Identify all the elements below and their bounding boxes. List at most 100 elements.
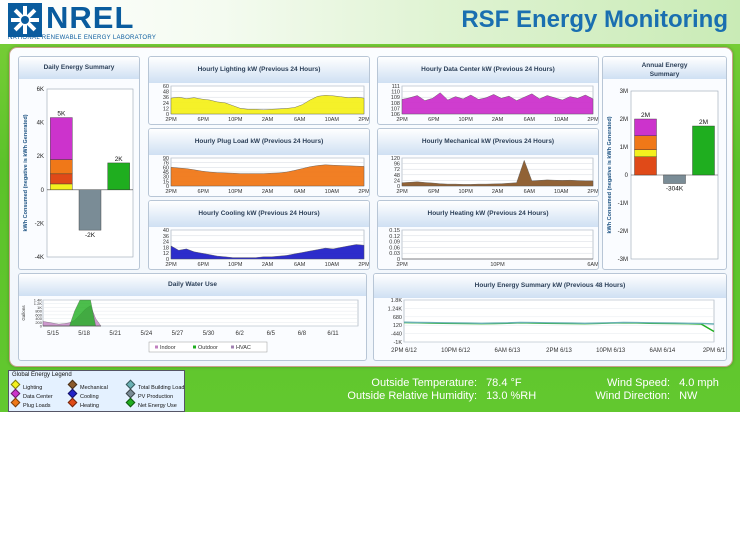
y-tick-label: 1.24K xyxy=(388,306,403,312)
temperature-value: 78.4 °F xyxy=(486,377,522,389)
x-tick-label: 10PM xyxy=(228,262,243,268)
x-tick-label: 6AM xyxy=(294,262,306,268)
bar-segment xyxy=(634,135,657,150)
heating-panel: Hourly Heating kW (Previous 24 Hours) 0.… xyxy=(377,200,599,270)
x-tick-label: 2PM xyxy=(358,262,369,268)
x-tick-label: 2PM xyxy=(587,189,598,195)
lighting-chart: 604836241202PM 6PM 10PM 2AM 6AM 10AM 2PM xyxy=(163,84,369,123)
x-tick-label: 6/2 xyxy=(235,331,244,337)
bar-label: 2M xyxy=(641,112,650,119)
data-center-panel: Hourly Data Center kW (Previous 24 Hours… xyxy=(377,56,599,125)
global-energy-legend: Global Energy Legend Lighting Mechanical T… xyxy=(8,370,185,412)
legend-item: Heating xyxy=(67,397,99,409)
y-tick-label: -1M xyxy=(618,201,628,207)
bar-segment xyxy=(50,117,73,160)
x-tick-label: 10PM xyxy=(458,117,473,123)
y-tick-label: -2M xyxy=(618,229,628,235)
x-tick-label: 2PM 6/1 xyxy=(703,348,726,354)
legend-item: PV Production xyxy=(125,388,173,400)
cooling-chart: 403624181202PM 6PM 10PM 2AM 6AM 10AM 2PM xyxy=(163,228,369,268)
legend-entry: Indoor xyxy=(160,345,176,351)
y-tick-label: -440 xyxy=(391,332,402,338)
y-tick-label: 0 xyxy=(40,324,43,329)
x-tick-label: 2PM 6/12 xyxy=(391,348,417,354)
x-tick-label: 6PM xyxy=(428,189,440,195)
bar-segment xyxy=(50,183,73,190)
x-tick-label: 5/30 xyxy=(203,331,215,337)
water-chart: 1.4K1.2K1K8006004002000Gallons5/15 5/18 5/… xyxy=(21,298,359,353)
legend-entry: Outdoor xyxy=(198,345,218,351)
x-tick-label: 6AM xyxy=(524,189,536,195)
legend-item: Data Center xyxy=(10,388,53,400)
temperature-label: Outside Temperature: xyxy=(371,377,477,389)
summary-48-chart: 1.8K 1.24K 680 120 -440 -1K 2PM 6/12 10PM 6/12 6… xyxy=(388,298,726,354)
header-bar: NREL NATIONAL RENEWABLE ENERGY LABORATOR… xyxy=(0,0,740,44)
y-tick-label: 0 xyxy=(41,188,45,194)
legend-item: Cooling xyxy=(67,388,99,400)
x-tick-label: 6/5 xyxy=(267,331,276,337)
panel-title: Hourly Data Center kW (Previous 24 Hours… xyxy=(378,57,598,83)
legend-item-label: Plug Loads xyxy=(23,403,51,409)
daily-summary-chart: 6K 4K 2K 0 -2K -4K kWh Consumed (negative is k… xyxy=(23,87,134,261)
wind-speed-label: Wind Speed: xyxy=(607,377,670,389)
x-tick-label: 2PM 6/13 xyxy=(546,348,572,354)
bar-segment xyxy=(663,174,686,184)
y-tick-label: 6K xyxy=(37,87,44,93)
legend-title: Global Energy Legend xyxy=(12,372,72,378)
daily-energy-summary-panel: Daily Energy Summary 6K 4K 2K 0 -2K -4K kWh Co… xyxy=(18,56,140,270)
y-tick-label: 2K xyxy=(37,154,44,160)
x-tick-label: 10PM xyxy=(228,117,243,123)
annual-energy-summary-panel: Annual Energy Summary 3M 2M 1M 0 -1M -2M -3M kW… xyxy=(602,56,727,270)
diamond-icon xyxy=(10,397,21,408)
legend-item-label: Net Energy Use xyxy=(138,403,177,409)
legend-swatch xyxy=(231,345,234,349)
y-tick-label: 2M xyxy=(620,117,628,123)
x-tick-label: 10AM xyxy=(554,117,569,123)
x-tick-label: 6PM xyxy=(198,262,210,268)
x-tick-label: 2AM xyxy=(492,189,504,195)
logo-text: NREL xyxy=(46,0,135,35)
mechanical-panel: Hourly Mechanical kW (Previous 24 Hours)… xyxy=(377,128,599,197)
x-tick-label: 10PM 6/13 xyxy=(596,348,626,354)
x-tick-label: 10PM xyxy=(458,189,473,195)
x-tick-label: 10PM xyxy=(228,189,243,195)
x-tick-label: 5/15 xyxy=(47,331,59,337)
legend-swatch xyxy=(155,345,158,349)
legend-item-label: Heating xyxy=(80,403,99,409)
y-tick-label: -1K xyxy=(393,340,402,346)
plot-area xyxy=(401,229,594,260)
plug-load-chart: 90766045301502PM 6PM 10PM 2AM 6AM 10AM 2PM xyxy=(163,156,369,195)
bar-segment xyxy=(107,162,130,190)
x-tick-label: 10PM xyxy=(490,262,505,268)
x-tick-label: 5/27 xyxy=(172,331,184,337)
panel-title: Hourly Plug Load kW (Previous 24 Hours) xyxy=(149,129,369,155)
panel-title: Hourly Energy Summary kW (Previous 48 Ho… xyxy=(374,274,726,298)
humidity-label: Outside Relative Humidity: xyxy=(347,390,477,402)
x-tick-label: 2AM xyxy=(262,262,274,268)
bar-segment xyxy=(634,118,657,136)
wind-speed-value: 4.0 mph xyxy=(679,377,719,389)
x-tick-label: 6AM xyxy=(294,189,306,195)
x-tick-label: 2PM xyxy=(396,189,408,195)
y-tick-label: 0 xyxy=(625,173,629,179)
y-axis-label: kWh Consumed (negative is kWh Generated) xyxy=(23,114,29,231)
panel-title: Daily Energy Summary xyxy=(19,57,139,79)
app-title: RSF Energy Monitoring xyxy=(461,6,728,33)
panel-title: Hourly Heating kW (Previous 24 Hours) xyxy=(378,201,598,227)
x-tick-label: 10AM xyxy=(325,117,340,123)
x-tick-label: 10AM xyxy=(554,189,569,195)
x-tick-label: 6/8 xyxy=(298,331,307,337)
y-tick-label: 120 xyxy=(393,323,402,329)
y-axis-label: kWh Consumed (negative is kWh Generated) xyxy=(607,116,613,233)
bar-segment xyxy=(634,156,657,176)
x-tick-label: 6AM xyxy=(524,117,536,123)
diamond-icon xyxy=(67,397,78,408)
bar-segment xyxy=(634,149,657,158)
x-tick-label: 2PM xyxy=(396,117,408,123)
humidity-value: 13.0 %RH xyxy=(486,390,537,402)
hourly-energy-summary-panel: Hourly Energy Summary kW (Previous 48 Ho… xyxy=(373,273,727,361)
x-tick-label: 2PM xyxy=(358,117,369,123)
plug-load-panel: Hourly Plug Load kW (Previous 24 Hours) … xyxy=(148,128,370,197)
plot-area xyxy=(403,299,715,343)
panel-title-text: Annual Energy Summary xyxy=(641,62,688,78)
